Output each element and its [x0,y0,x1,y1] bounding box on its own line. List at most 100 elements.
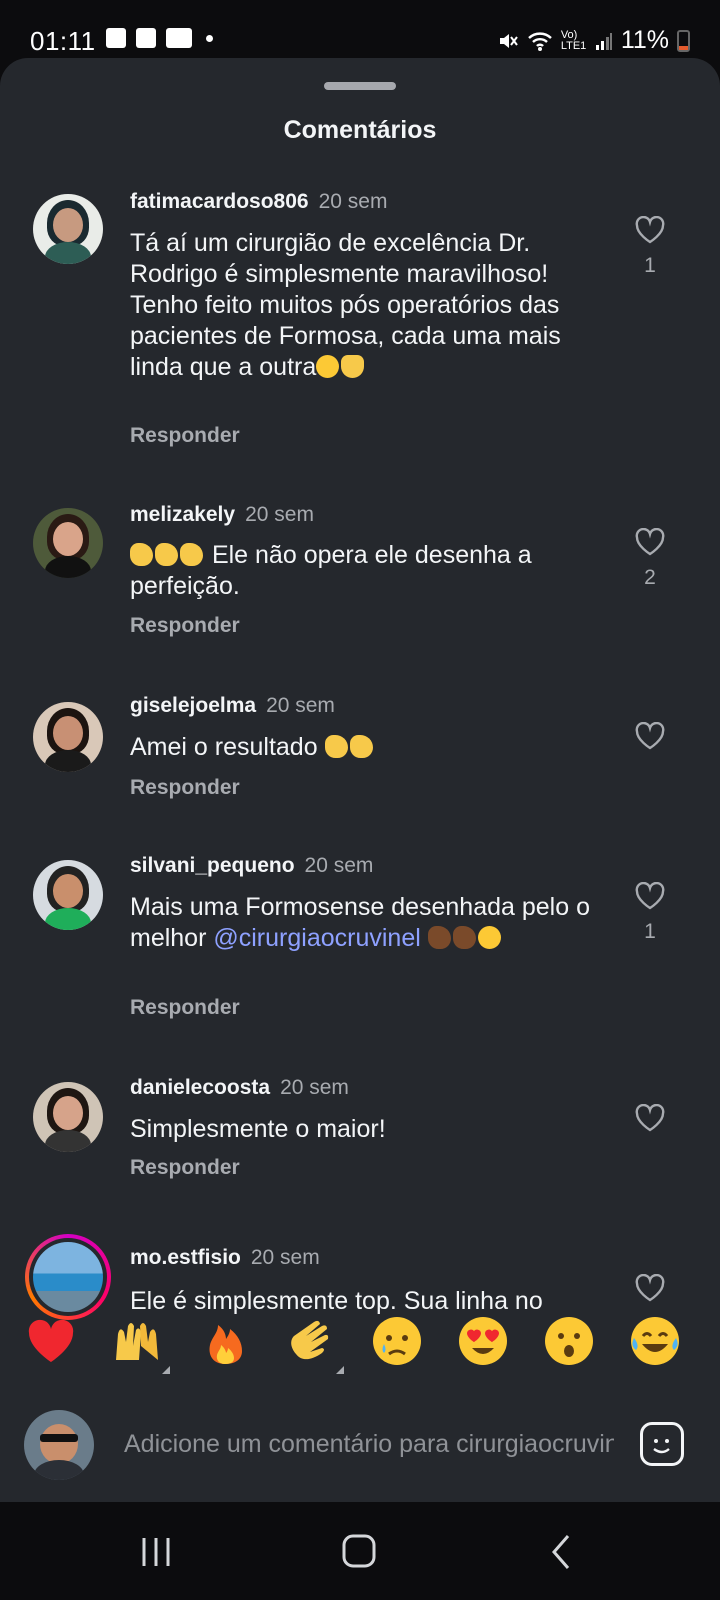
like-control: 2 [630,528,670,590]
comment-header: fatimacardoso806 20 sem [130,190,387,214]
drag-handle[interactable] [324,82,396,90]
comments-sheet: Comentários fatimacardoso806 20 sem Tá aí… [0,58,720,1502]
network-label: Vo) LTE1 [560,28,587,52]
comment-username[interactable]: melizakely [130,503,235,526]
comment-body: Amei o resultado [130,733,318,761]
heart-icon[interactable] [634,722,666,750]
heart-eyes-emoji-icon [316,355,340,378]
avatar [33,1242,103,1312]
flushed-face-emoji-icon [477,926,501,949]
avatar[interactable] [33,860,103,930]
comment-header: danielecoosta 20 sem [130,1076,349,1100]
avatar[interactable] [33,508,103,578]
comment-time: 20 sem [266,694,335,717]
heart-eyes-emoji-icon[interactable] [456,1314,510,1368]
variant-arrow-icon [162,1366,170,1374]
comment-header: giselejoelma 20 sem [130,694,335,718]
mention-link[interactable]: @cirurgiaocruvinel [213,924,420,952]
heart-icon[interactable] [634,882,666,910]
comment-time: 20 sem [280,1076,349,1099]
red-heart-emoji-icon[interactable] [24,1314,78,1368]
status-right: Vo) LTE1 11% [497,26,690,55]
voicemail-icon [166,28,192,48]
heart-icon[interactable] [634,1274,666,1302]
comment-text: Simplesmente o maior! [130,1114,600,1145]
gallery-icon [106,28,126,48]
sticker-icon[interactable] [640,1422,684,1466]
clapping-hands-emoji-icon [452,926,476,949]
like-control [630,722,670,760]
comment-time: 20 sem [304,854,374,877]
comment-username[interactable]: danielecoosta [130,1076,270,1099]
tears-of-joy-emoji-icon[interactable] [628,1314,682,1368]
comment-time: 20 sem [245,503,314,526]
reply-button[interactable]: Responder [130,996,240,1020]
comment-username[interactable]: giselejoelma [130,694,256,717]
comment-input-row: Adicione um comentário para cirurgiaocru… [0,1378,720,1502]
comment-username[interactable]: fatimacardoso806 [130,190,309,213]
alert-icon [136,28,156,48]
avatar[interactable] [33,194,103,264]
notification-icons [106,28,213,48]
comment-text: Mais uma Formosense desenhada pelo o mel… [130,892,600,954]
comment-body: Simplesmente o maior! [130,1115,386,1143]
my-avatar [24,1410,94,1480]
reply-button[interactable]: Responder [130,776,240,800]
like-control [630,1274,670,1302]
raising-hands-emoji-icon [341,355,365,378]
comment-input[interactable]: Adicione um comentário para cirurgiaocru… [124,1430,614,1459]
variant-arrow-icon [336,1366,344,1374]
battery-percent: 11% [620,26,669,54]
comment-header: silvani_pequeno 20 sem [130,854,373,878]
signal-icon [595,32,612,50]
clapping-hands-emoji-icon[interactable] [284,1314,344,1374]
comment-header: mo.estfisio 20 sem [130,1246,320,1270]
battery-icon [677,29,690,52]
like-control: 1 [630,882,670,944]
comment-text: Tá aí um cirurgião de excelência Dr. Rod… [130,228,600,383]
reply-button[interactable]: Responder [130,424,240,448]
comment-text: Amei o resultado [130,732,600,763]
heart-icon[interactable] [634,216,666,244]
comment-time: 20 sem [318,190,388,213]
heart-icon[interactable] [634,1104,666,1132]
heart-icon[interactable] [634,528,666,556]
home-icon[interactable] [330,1530,390,1574]
clapping-hands-emoji-icon [155,543,178,566]
system-nav-bar [0,1502,720,1600]
mute-icon [499,33,518,48]
wifi-icon [527,31,552,51]
clapping-hands-emoji-icon [427,926,451,949]
like-count: 2 [644,566,656,589]
clapping-hands-emoji-icon [349,735,373,758]
comments-list[interactable]: fatimacardoso806 20 sem Tá aí um cirurgiã… [0,186,720,1368]
like-control [630,1104,670,1142]
comment-header: melizakely 20 sem [130,503,314,527]
clapping-hands-emoji-icon [324,735,348,758]
avatar[interactable] [33,702,103,772]
reply-button[interactable]: Responder [130,1156,240,1180]
more-notifications-dot-icon [206,34,213,42]
comment-time: 20 sem [250,1246,320,1269]
story-ring[interactable] [25,1234,111,1320]
emoji-quick-bar [0,1310,720,1378]
fire-emoji-icon[interactable] [198,1314,252,1368]
like-count: 1 [644,254,656,277]
like-control: 1 [630,216,670,278]
like-count: 1 [644,920,656,943]
crying-face-emoji-icon[interactable] [370,1314,424,1368]
comment-text: Ele não opera ele desenha a perfeição. [130,540,600,602]
sheet-title: Comentários [283,116,437,144]
recent-apps-icon[interactable] [126,1530,186,1574]
reply-button[interactable]: Responder [130,614,240,638]
clapping-hands-emoji-icon [130,543,153,566]
comment-username[interactable]: mo.estfisio [130,1246,241,1269]
clapping-hands-emoji-icon [180,543,203,566]
comment-username[interactable]: silvani_pequeno [130,854,295,877]
back-icon[interactable] [532,1530,592,1574]
avatar[interactable] [33,1082,103,1152]
raising-hands-emoji-icon[interactable] [110,1314,170,1374]
status-bar: 01:11 Vo) LTE1 11% [0,0,720,60]
status-time: 01:11 [30,26,96,56]
surprised-face-emoji-icon[interactable] [542,1314,596,1368]
